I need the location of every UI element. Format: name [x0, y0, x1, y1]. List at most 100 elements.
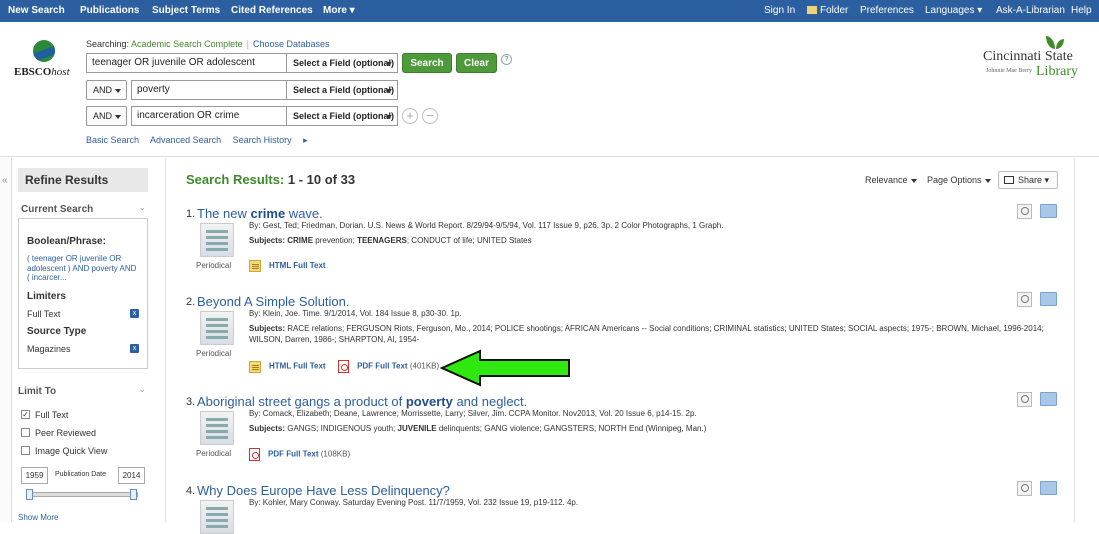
nav-cited-references[interactable]: Cited References — [231, 5, 313, 16]
result-title-link[interactable]: Beyond A Simple Solution. — [197, 294, 350, 309]
year-from-input[interactable]: 1959 — [21, 467, 48, 484]
boolean-phrase-label: Boolean/Phrase: — [27, 236, 106, 247]
nav-help[interactable]: Help — [1071, 5, 1092, 16]
nav-sign-in[interactable]: Sign In — [764, 5, 795, 16]
image-quick-view-label: Image Quick View — [35, 446, 108, 456]
source-type-label: Source Type — [27, 326, 87, 337]
nav-new-search[interactable]: New Search — [8, 5, 65, 16]
sidebar-collapse-toggle[interactable]: « — [0, 158, 12, 522]
advanced-search-link[interactable]: Advanced Search — [150, 135, 221, 145]
publication-date-label: Publication Date — [55, 471, 106, 478]
pdf-size: (108KB) — [320, 449, 351, 459]
magnify-icon[interactable] — [1017, 481, 1032, 496]
result-number: 1. — [186, 208, 196, 220]
result-title-link[interactable]: Aboriginal street gangs a product of pov… — [197, 394, 527, 409]
top-nav-bar: New Search Publications Subject Terms Ci… — [0, 0, 1099, 22]
search-button[interactable]: Search — [402, 53, 452, 73]
nav-publications[interactable]: Publications — [80, 5, 139, 16]
date-slider-handle-min[interactable] — [26, 489, 33, 500]
current-search-header[interactable]: Current Search — [21, 204, 93, 215]
database-name: Academic Search Complete — [131, 39, 243, 49]
result-number: 3. — [186, 396, 196, 408]
peer-reviewed-label: Peer Reviewed — [35, 428, 97, 438]
add-to-folder-icon[interactable] — [1040, 481, 1057, 495]
clear-button[interactable]: Clear — [456, 53, 497, 73]
source-type-magazines: Magazines — [27, 344, 71, 354]
result-title-link[interactable]: The new crime wave. — [197, 206, 323, 221]
html-fulltext-link[interactable]: HTML Full Text — [269, 362, 326, 371]
html-fulltext-icon[interactable] — [249, 360, 261, 373]
full-text-label: Full Text — [35, 410, 69, 420]
date-slider-handle-max[interactable] — [130, 489, 137, 500]
result-actions — [1017, 204, 1077, 222]
boolean-select-2[interactable]: AND — [86, 80, 127, 100]
ebscohost-wordmark: EBSCOhost — [14, 66, 70, 78]
date-slider-track[interactable] — [27, 492, 138, 497]
pdf-fulltext-link[interactable]: PDF Full Text — [268, 450, 319, 459]
field-select-2[interactable]: Select a Field (optional) — [287, 80, 398, 100]
limit-to-header[interactable]: Limit To — [18, 386, 56, 397]
image-quick-view-checkbox[interactable] — [21, 446, 30, 455]
choose-databases-link[interactable]: Choose Databases — [253, 39, 330, 49]
nav-more[interactable]: More ▾ — [323, 5, 355, 16]
limiters-label: Limiters — [27, 291, 66, 302]
html-fulltext-link[interactable]: HTML Full Text — [269, 261, 326, 270]
full-text-checkbox[interactable]: ✓ — [21, 410, 30, 419]
remove-row-icon[interactable]: − — [422, 108, 438, 124]
search-input-3[interactable]: incarceration OR crime — [131, 106, 287, 126]
pdf-fulltext-link[interactable]: PDF Full Text — [357, 362, 408, 371]
result-number: 2. — [186, 296, 196, 308]
search-input-2[interactable]: poverty — [131, 80, 287, 100]
refine-results-header: Refine Results — [18, 168, 148, 192]
periodical-icon[interactable] — [200, 311, 234, 345]
leaf-icon — [1056, 39, 1064, 49]
result-subjects: Subjects: CRIME prevention; TEENAGERS; C… — [249, 236, 532, 245]
fulltext-links: HTML Full Text PDF Full Text (401KB) — [249, 360, 439, 373]
add-to-folder-icon[interactable] — [1040, 392, 1057, 406]
field-select-3[interactable]: Select a Field (optional) — [287, 106, 398, 126]
chevron-down-icon[interactable]: ⌄ — [139, 385, 146, 394]
result-subjects: Subjects: RACE relations; FERGUSON Riots… — [249, 324, 1044, 344]
periodical-icon[interactable] — [200, 500, 234, 534]
result-subjects: Subjects: GANGS; INDIGENOUS youth; JUVEN… — [249, 424, 707, 433]
nav-folder[interactable]: Folder — [807, 5, 848, 16]
globe-icon — [33, 40, 55, 62]
result-title-link[interactable]: Why Does Europe Have Less Delinquency? — [197, 483, 450, 498]
pdf-size: (401KB) — [409, 361, 440, 371]
boolean-query-link[interactable]: ( teenager OR juvenile OR adolescent ) A… — [27, 254, 137, 283]
nav-ask-a-librarian[interactable]: Ask-A-Librarian — [996, 5, 1065, 16]
nav-preferences[interactable]: Preferences — [860, 5, 914, 16]
magnify-icon[interactable] — [1017, 292, 1032, 307]
add-to-folder-icon[interactable] — [1040, 292, 1057, 306]
basic-search-link[interactable]: Basic Search — [86, 135, 139, 145]
nav-languages[interactable]: Languages ▾ — [925, 5, 982, 16]
fulltext-links: HTML Full Text — [249, 260, 326, 272]
magnify-icon[interactable] — [1017, 392, 1032, 407]
nav-subject-terms[interactable]: Subject Terms — [152, 5, 220, 16]
pdf-icon[interactable] — [338, 360, 350, 373]
add-row-icon[interactable]: + — [402, 108, 418, 124]
magnify-icon[interactable] — [1017, 204, 1032, 219]
year-to-input[interactable]: 2014 — [118, 467, 145, 484]
field-select-1[interactable]: Select a Field (optional) — [287, 53, 398, 73]
periodical-icon[interactable] — [200, 411, 234, 445]
html-fulltext-icon[interactable] — [249, 260, 261, 272]
search-history-link[interactable]: Search History ▸ — [233, 135, 308, 145]
ebscohost-logo[interactable]: EBSCOhost — [14, 38, 76, 98]
chevron-down-icon[interactable]: ⌄ — [139, 203, 146, 212]
pdf-icon[interactable] — [249, 448, 260, 461]
search-input-1[interactable]: teenager OR juvenile OR adolescent — [86, 53, 287, 73]
help-icon[interactable]: ? — [501, 54, 512, 65]
page-options[interactable]: Page Options — [927, 175, 991, 185]
relevance-sort[interactable]: Relevance — [865, 175, 917, 185]
show-more-link[interactable]: Show More — [18, 513, 58, 522]
peer-reviewed-checkbox[interactable] — [21, 428, 30, 437]
remove-source-type-icon[interactable]: x — [130, 344, 139, 353]
boolean-select-3[interactable]: AND — [86, 106, 127, 126]
add-to-folder-icon[interactable] — [1040, 204, 1057, 218]
remove-limiter-icon[interactable]: x — [130, 309, 139, 318]
library-logo-line1: Cincinnati State — [983, 49, 1073, 64]
share-button[interactable]: Share ▾ — [998, 171, 1058, 189]
periodical-icon[interactable] — [200, 223, 234, 257]
library-logo-line2: Johnnie Mae Berry — [986, 68, 1032, 74]
